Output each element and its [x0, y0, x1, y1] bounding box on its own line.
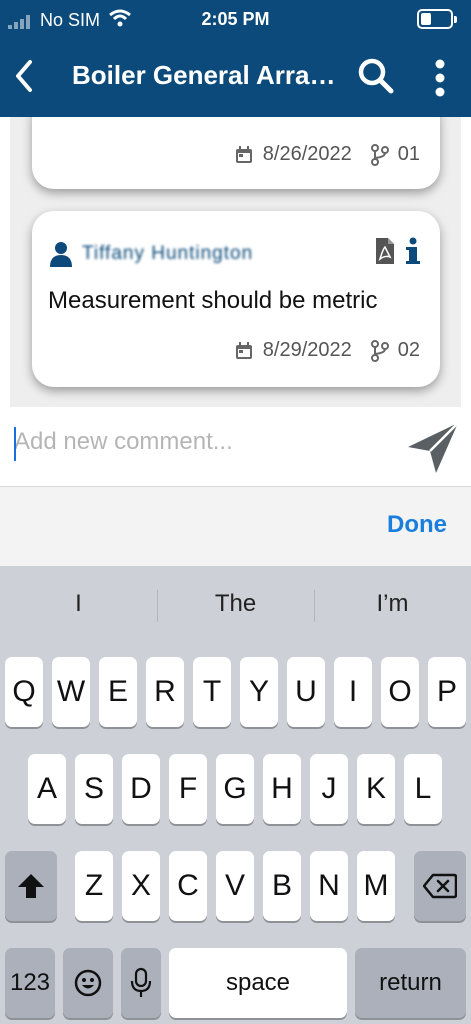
- comment-date: 8/29/2022: [262, 339, 352, 361]
- comment-actions: [374, 237, 420, 270]
- user-icon: [50, 242, 72, 267]
- comment-card[interactable]: 8/26/2022 01: [32, 117, 440, 189]
- key-j[interactable]: J: [310, 754, 348, 824]
- comment-revision: 02: [397, 339, 420, 361]
- comment-meta: 8/29/2022 02: [235, 339, 420, 362]
- send-button[interactable]: [406, 421, 460, 475]
- app-header: No SIM 2:05 PM Boiler General Arran...: [0, 0, 471, 117]
- return-key[interactable]: return: [355, 948, 466, 1018]
- suggestion-item[interactable]: I’m: [314, 590, 471, 618]
- key-b[interactable]: B: [263, 851, 301, 921]
- nav-bar: Boiler General Arran...: [0, 48, 471, 108]
- keyboard-accessory-bar: Done: [0, 487, 471, 566]
- page-title: Boiler General Arran...: [72, 60, 342, 90]
- comment-author: Tiffany Huntington: [50, 241, 253, 267]
- backspace-key[interactable]: [414, 851, 466, 921]
- key-q[interactable]: Q: [5, 657, 43, 727]
- key-s[interactable]: S: [75, 754, 113, 824]
- battery-icon: [417, 9, 457, 29]
- key-f[interactable]: F: [169, 754, 207, 824]
- key-d[interactable]: D: [122, 754, 160, 824]
- more-options-button[interactable]: [426, 56, 454, 100]
- emoji-key[interactable]: [63, 948, 113, 1018]
- key-r[interactable]: R: [146, 657, 184, 727]
- key-u[interactable]: U: [287, 657, 325, 727]
- key-h[interactable]: H: [263, 754, 301, 824]
- shift-icon: [18, 874, 44, 898]
- key-c[interactable]: C: [169, 851, 207, 921]
- keyboard: I The I’m Q W E R T Y U I O P A S D F G …: [0, 566, 471, 1024]
- info-button[interactable]: [406, 237, 420, 270]
- comment-text: Measurement should be metric: [48, 287, 378, 314]
- backspace-icon: [423, 873, 457, 899]
- comment-meta: 8/26/2022 01: [235, 143, 420, 166]
- calendar-icon: [235, 341, 252, 359]
- comment-date: 8/26/2022: [262, 143, 352, 165]
- suggestion-bar: I The I’m: [0, 566, 471, 646]
- key-t[interactable]: T: [193, 657, 231, 727]
- key-a[interactable]: A: [28, 754, 66, 824]
- suggestion-item[interactable]: The: [157, 590, 314, 618]
- comments-list[interactable]: 8/26/2022 01 Tiffany Huntington Measurem…: [10, 117, 461, 407]
- calendar-icon: [235, 145, 252, 163]
- key-m[interactable]: M: [357, 851, 395, 921]
- key-g[interactable]: G: [216, 754, 254, 824]
- numbers-key[interactable]: 123: [5, 948, 55, 1018]
- back-button[interactable]: [8, 54, 40, 98]
- send-icon: [408, 422, 459, 473]
- key-i[interactable]: I: [334, 657, 372, 727]
- pdf-attachment-button[interactable]: [374, 237, 396, 270]
- key-w[interactable]: W: [52, 657, 90, 727]
- key-l[interactable]: L: [404, 754, 442, 824]
- key-x[interactable]: X: [122, 851, 160, 921]
- author-name: Tiffany Huntington: [82, 243, 254, 264]
- more-vertical-icon: [435, 59, 445, 97]
- key-p[interactable]: P: [428, 657, 466, 727]
- comment-composer: [0, 407, 471, 487]
- comment-input[interactable]: [14, 423, 384, 461]
- search-icon: [358, 58, 394, 94]
- clock: 2:05 PM: [201, 9, 270, 29]
- key-e[interactable]: E: [99, 657, 137, 727]
- comment-revision: 01: [397, 143, 420, 165]
- key-n[interactable]: N: [310, 851, 348, 921]
- pdf-file-icon: [376, 238, 394, 264]
- text-cursor: [14, 427, 16, 461]
- status-bar: No SIM 2:05 PM: [0, 0, 471, 38]
- revision-branch-icon: [370, 143, 389, 166]
- info-icon: [406, 237, 420, 264]
- search-button[interactable]: [356, 56, 396, 96]
- key-y[interactable]: Y: [240, 657, 278, 727]
- key-o[interactable]: O: [381, 657, 419, 727]
- dictation-key[interactable]: [121, 948, 161, 1018]
- chevron-left-icon: [16, 60, 32, 92]
- key-k[interactable]: K: [357, 754, 395, 824]
- revision-branch-icon: [370, 339, 389, 362]
- microphone-icon: [130, 967, 152, 997]
- key-v[interactable]: V: [216, 851, 254, 921]
- comment-card[interactable]: Tiffany Huntington Measurement should be…: [32, 211, 440, 387]
- done-button[interactable]: Done: [387, 511, 447, 539]
- shift-key[interactable]: [5, 851, 57, 921]
- suggestion-item[interactable]: I: [0, 590, 157, 618]
- space-key[interactable]: space: [169, 948, 347, 1018]
- key-z[interactable]: Z: [75, 851, 113, 921]
- emoji-icon: [74, 969, 102, 997]
